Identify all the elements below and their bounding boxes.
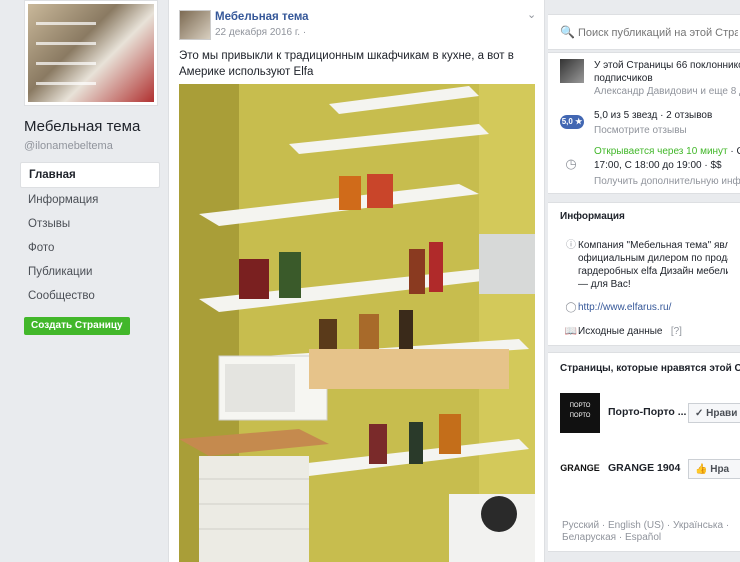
rating-summary: 5,0 из 5 звезд · 2 отзывов <box>594 110 713 121</box>
help-tag[interactable]: [?] <box>671 326 682 337</box>
language-links: Русский · English (US) · Українська · Бе… <box>562 520 740 544</box>
source-link[interactable]: Исходные данные <box>578 326 663 337</box>
post-author[interactable]: Мебельная тема <box>215 11 309 23</box>
page-title[interactable]: Мебельная тема <box>24 118 140 135</box>
liked-page-item: GRANGE GRANGE 1904 👍 Нра <box>560 449 740 489</box>
info-card: Информация ⓘ Компания "Мебельная тема" я… <box>548 202 740 346</box>
left-sidebar: Мебельная тема @ilonamebeltema Главная И… <box>0 0 168 562</box>
right-column: 🔍 У этой Страницы 66 поклонников и подпи… <box>548 0 740 562</box>
post-photo[interactable] <box>179 84 535 562</box>
source-info: Исходные данные [?] <box>578 325 728 338</box>
languages-line-1[interactable]: Русский · English (US) · Українська · <box>562 520 740 532</box>
about-line-1: Компания "Мебельная тема" является <box>578 240 728 251</box>
info-title: Информация <box>560 211 625 222</box>
grange-logo[interactable]: GRANGE <box>560 449 600 489</box>
post-card: Мебельная тема 22 декабря 2016 г. · ⌄ Эт… <box>168 0 545 562</box>
rating-badge[interactable]: 5,0 ★ <box>560 115 584 129</box>
nav-item-posts[interactable]: Публикации <box>20 260 160 284</box>
about-line-4: — для Вас! <box>578 279 631 290</box>
search-card: 🔍 <box>548 14 740 50</box>
page-stats-card: У этой Страницы 66 поклонников и подписч… <box>548 52 740 194</box>
clock-icon: ◷ <box>565 156 577 171</box>
chevron-down-icon[interactable]: ⌄ <box>527 8 536 21</box>
languages-line-2[interactable]: Беларуская · Español <box>562 532 740 544</box>
post-date[interactable]: 22 декабря 2016 г. · <box>215 27 306 38</box>
friends-avatar-icon <box>560 59 584 83</box>
nav-item-reviews[interactable]: Отзывы <box>20 212 160 236</box>
website-link[interactable]: http://www.elfarus.ru/ <box>578 301 728 314</box>
avatar[interactable] <box>179 10 211 40</box>
nav-item-photos[interactable]: Фото <box>20 236 160 260</box>
see-reviews-link[interactable]: Посмотрите отзывы <box>594 124 740 137</box>
nav-item-community[interactable]: Сообщество <box>20 284 160 308</box>
like-button[interactable]: ✓ Нрави <box>688 403 740 423</box>
liked-page-name[interactable]: Порто-Порто ... <box>608 406 686 418</box>
likes-line-1: У этой Страницы 66 поклонников и <box>594 60 740 71</box>
more-hours-link[interactable]: Получить дополнительную информ <box>594 175 740 188</box>
porto-logo[interactable]: ПОРТО ПОРТО <box>560 393 600 433</box>
page-nav: Главная Информация Отзывы Фото Публикаци… <box>20 162 160 308</box>
page-profile-picture[interactable] <box>24 0 158 106</box>
open-status: Открывается через 10 минут <box>594 146 728 157</box>
hours-line-2: 17:00, С 18:00 до 19:00 · $$ <box>594 160 722 171</box>
profile-image <box>28 4 154 102</box>
friends-who-like[interactable]: Александр Давидович и еще 8 друз <box>594 85 740 98</box>
page-search-input[interactable] <box>576 22 740 44</box>
search-icon: 🔍 <box>560 25 575 39</box>
about-line-3: гардеробных elfa Дизайн мебели и инт <box>578 266 728 277</box>
nav-item-info[interactable]: Информация <box>20 188 160 212</box>
likes-line-2: подписчиков <box>594 73 653 84</box>
liked-page-name[interactable]: GRANGE 1904 <box>608 462 680 474</box>
post-text: Это мы привыкли к традиционным шкафчикам… <box>179 50 514 78</box>
hours-rest: · С 9:0 <box>730 146 740 157</box>
pantry-photo-illustration <box>179 84 535 562</box>
about-line-2: официальным дилером по продаже Ш <box>578 253 728 264</box>
nav-item-home[interactable]: Главная <box>20 162 160 188</box>
liked-pages-title: Страницы, которые нравятся этой Страниц <box>560 363 740 374</box>
liked-page-item: ПОРТО ПОРТО Порто-Порто ... ✓ Нрави <box>560 393 740 433</box>
page-handle[interactable]: @ilonamebeltema <box>24 140 113 152</box>
create-page-button[interactable]: Создать Страницу <box>24 317 130 335</box>
hours-line-1: Открывается через 10 минут · С 9:0 <box>594 145 740 158</box>
like-button[interactable]: 👍 Нра <box>688 459 740 479</box>
